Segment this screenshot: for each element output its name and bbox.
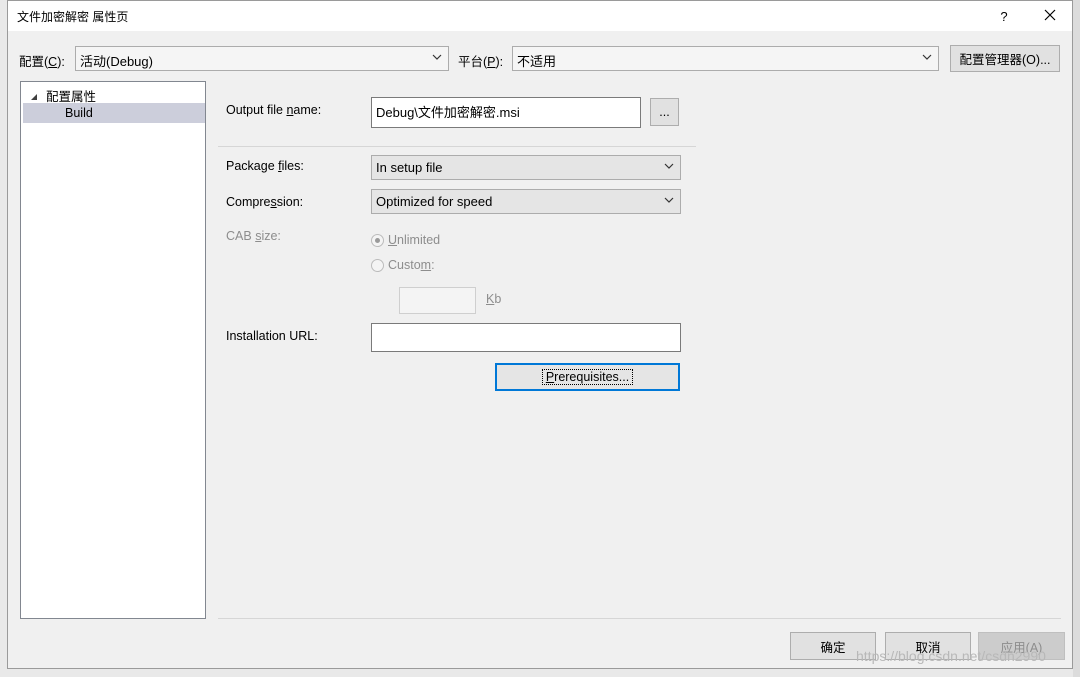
- configuration-manager-label: 配置管理器(O)...: [959, 53, 1051, 67]
- title-bar: 文件加密解密 属性页 ?: [8, 1, 1072, 31]
- background-window-edge: [1073, 0, 1080, 677]
- help-icon: ?: [1000, 8, 1008, 24]
- compression-select[interactable]: Optimized for speed: [371, 189, 681, 214]
- browse-label: ...: [659, 105, 670, 119]
- package-files-label: Package files:: [226, 159, 304, 173]
- installation-url-input[interactable]: [371, 323, 681, 352]
- close-button[interactable]: [1028, 1, 1072, 31]
- output-file-name-input[interactable]: Debug\文件加密解密.msi: [371, 97, 641, 128]
- custom-label: Custom:: [388, 258, 435, 272]
- tree-selection-highlight: [23, 103, 205, 123]
- configuration-manager-button[interactable]: 配置管理器(O)...: [950, 45, 1060, 72]
- platform-label: 平台(P):: [458, 55, 504, 69]
- package-files-select[interactable]: In setup file: [371, 155, 681, 180]
- chevron-down-icon: [664, 197, 674, 203]
- chevron-down-icon: [922, 54, 932, 60]
- platform-value: 不适用: [517, 54, 557, 69]
- property-tree: 配置属性 Build: [20, 81, 206, 619]
- ok-label: 确定: [820, 640, 846, 655]
- compression-value: Optimized for speed: [376, 194, 493, 209]
- prerequisites-label: Prerequisites...: [541, 369, 634, 385]
- output-file-name-value: Debug\文件加密解密.msi: [376, 105, 520, 120]
- separator: [218, 146, 696, 147]
- output-file-name-label: Output file name:: [226, 103, 322, 117]
- unlimited-label: Unlimited: [388, 233, 441, 247]
- window-title: 文件加密解密 属性页: [17, 10, 129, 24]
- footer-separator: [218, 618, 1061, 619]
- tree-item-build[interactable]: Build: [65, 106, 93, 120]
- prerequisites-button[interactable]: Prerequisites...: [495, 363, 680, 391]
- chevron-down-icon: [432, 54, 442, 60]
- platform-select[interactable]: 不适用: [512, 46, 939, 71]
- configuration-select[interactable]: 活动(Debug): [75, 46, 449, 71]
- close-icon: [1044, 9, 1056, 24]
- compression-label: Compression:: [226, 195, 304, 209]
- kb-unit-label: Kb: [486, 292, 502, 306]
- custom-radio[interactable]: [371, 259, 384, 272]
- package-files-value: In setup file: [376, 160, 443, 175]
- collapse-triangle-icon[interactable]: [30, 89, 38, 104]
- configuration-value: 活动(Debug): [80, 54, 153, 69]
- property-pages-dialog: 文件加密解密 属性页 ? 配置(C): 活动(Debug) 平台(P): 不适用…: [7, 0, 1073, 669]
- browse-button[interactable]: ...: [650, 98, 679, 126]
- watermark: https://blog.csdn.net/csdn2990: [856, 648, 1046, 664]
- chevron-down-icon: [664, 163, 674, 169]
- cab-size-label: CAB size:: [226, 229, 281, 243]
- custom-size-input[interactable]: [399, 287, 476, 314]
- unlimited-radio[interactable]: [371, 234, 384, 247]
- help-button[interactable]: ?: [982, 1, 1026, 31]
- installation-url-label: Installation URL:: [226, 329, 318, 343]
- configuration-label: 配置(C):: [19, 55, 65, 69]
